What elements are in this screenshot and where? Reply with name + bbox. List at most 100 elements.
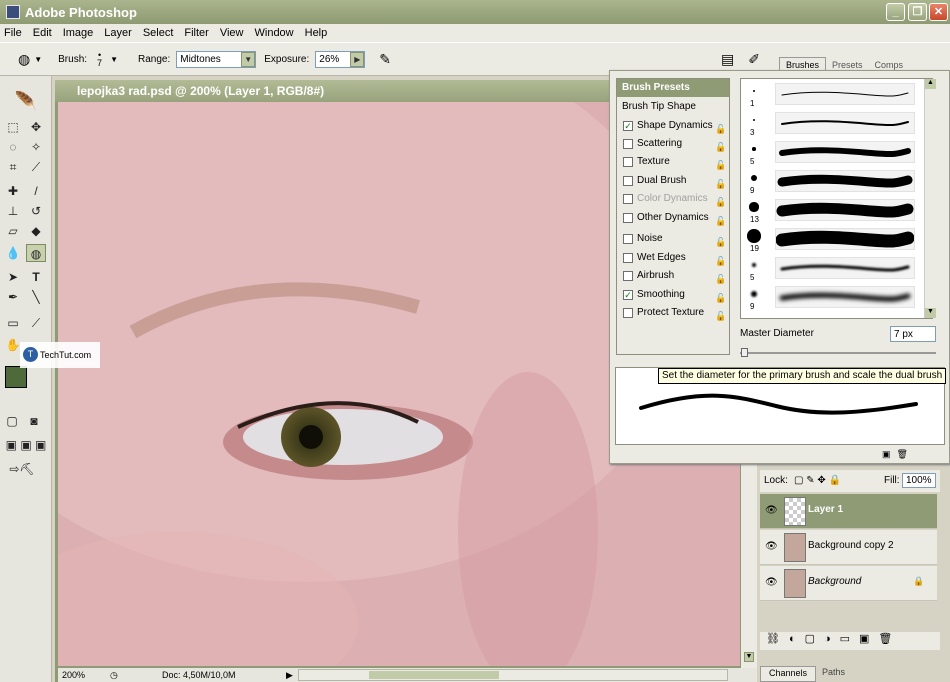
visibility-eye-icon[interactable]: 👁 bbox=[765, 577, 778, 588]
exposure-input[interactable]: 26% ▶ bbox=[315, 50, 366, 68]
brush-preset-item[interactable]: 5 bbox=[741, 257, 921, 283]
lock-icon[interactable]: 🔓 bbox=[715, 289, 726, 303]
brush-option-texture[interactable]: Texture 🔓 bbox=[617, 153, 729, 171]
dodge-tool-icon[interactable]: ◍ bbox=[18, 51, 30, 68]
notes-icon[interactable]: ▭ bbox=[3, 314, 23, 332]
foreground-color-swatch[interactable] bbox=[5, 366, 27, 388]
checkbox[interactable] bbox=[623, 176, 633, 186]
visibility-eye-icon[interactable]: 👁 bbox=[765, 541, 778, 552]
eyedropper-icon[interactable]: ⟋ bbox=[26, 314, 46, 332]
brush-option-protect-texture[interactable]: Protect Texture 🔓 bbox=[617, 304, 729, 322]
visibility-eye-icon[interactable]: 👁 bbox=[765, 505, 778, 516]
dodge-tool-button[interactable]: ◍ bbox=[26, 244, 46, 262]
layer-row-background[interactable]: 👁 Background 🔒 bbox=[760, 566, 937, 601]
healing-brush-icon[interactable]: ✚ bbox=[3, 182, 23, 200]
magic-wand-icon[interactable]: ✧ bbox=[26, 138, 46, 156]
lock-icon[interactable]: 🔓 bbox=[715, 307, 726, 321]
checkbox[interactable] bbox=[623, 234, 633, 244]
brush-option-shape-dynamics[interactable]: ✓ Shape Dynamics 🔓 bbox=[617, 117, 729, 135]
brush-option-other-dynamics[interactable]: Other Dynamics 🔓 bbox=[617, 209, 729, 227]
horizontal-scrollbar[interactable] bbox=[298, 669, 728, 681]
checkbox[interactable] bbox=[623, 308, 633, 318]
checkbox[interactable]: ✓ bbox=[623, 121, 633, 131]
menu-view[interactable]: View bbox=[220, 27, 244, 39]
screen-mode-icons[interactable]: ▣ ▣ ▣ bbox=[2, 436, 50, 454]
paint-bucket-icon[interactable]: ◆ bbox=[26, 222, 46, 240]
brush-palette-icon[interactable]: ✐ bbox=[748, 51, 760, 68]
minimize-button[interactable]: _ bbox=[886, 3, 905, 21]
lock-icon[interactable]: 🔓 bbox=[715, 252, 726, 266]
brush-preset-item[interactable]: 9 bbox=[741, 286, 921, 312]
menu-select[interactable]: Select bbox=[143, 27, 174, 39]
status-menu-icon[interactable]: ◷ bbox=[110, 668, 118, 682]
brush-option-scattering[interactable]: Scattering 🔓 bbox=[617, 135, 729, 153]
brush-preset-item[interactable]: 3 bbox=[741, 112, 921, 138]
checkbox[interactable] bbox=[623, 194, 633, 204]
tab-paths[interactable]: Paths bbox=[816, 666, 851, 682]
checkbox[interactable] bbox=[623, 157, 633, 167]
tool-preset-arrow-icon[interactable]: ▼ bbox=[34, 55, 42, 64]
scroll-up-icon[interactable]: ▲ bbox=[925, 79, 936, 89]
layers-footer-buttons[interactable]: ⛓◐▢◑▭▣🗑 bbox=[760, 632, 940, 650]
path-selection-icon[interactable]: ➤ bbox=[3, 268, 23, 286]
lasso-icon[interactable]: ◌ bbox=[3, 138, 23, 156]
lock-icon[interactable]: 🔓 bbox=[715, 270, 726, 284]
type-icon[interactable]: T bbox=[26, 268, 46, 286]
checkbox[interactable] bbox=[623, 213, 633, 223]
brush-icon[interactable]: / bbox=[26, 182, 46, 200]
lock-icon[interactable]: 🔓 bbox=[715, 156, 726, 170]
master-diameter-slider[interactable] bbox=[740, 348, 936, 357]
crop-icon[interactable]: ⌗ bbox=[3, 158, 23, 176]
brush-preset-item[interactable]: 1 bbox=[741, 83, 921, 109]
lock-icon[interactable]: 🔓 bbox=[715, 175, 726, 189]
brush-tip-shape-item[interactable]: Brush Tip Shape bbox=[617, 98, 729, 116]
brush-option-noise[interactable]: Noise 🔓 bbox=[617, 230, 729, 248]
stamp-icon[interactable]: ⊥ bbox=[3, 202, 23, 220]
brush-presets-header[interactable]: Brush Presets bbox=[617, 79, 729, 97]
brush-option-smoothing[interactable]: ✓ Smoothing 🔓 bbox=[617, 286, 729, 304]
lock-icon[interactable]: 🔓 bbox=[715, 212, 726, 226]
slice-icon[interactable]: ⟋ bbox=[26, 158, 46, 176]
master-diameter-input[interactable]: 7 px bbox=[890, 326, 936, 342]
range-select[interactable]: Midtones ▼ bbox=[176, 50, 257, 68]
lock-icon[interactable]: 🔓 bbox=[715, 233, 726, 247]
brush-picker[interactable]: • 7 bbox=[97, 51, 102, 68]
brush-preset-item[interactable]: 19 bbox=[741, 228, 921, 254]
quick-mask-icon[interactable]: ◙ bbox=[24, 412, 44, 430]
jump-to-imageready-icon[interactable]: ⇨⛏ bbox=[2, 460, 42, 478]
blur-icon[interactable]: 💧 bbox=[3, 244, 23, 262]
airbrush-icon[interactable]: ✎ bbox=[379, 51, 391, 68]
restore-button[interactable]: ❐ bbox=[908, 3, 927, 21]
tab-channels[interactable]: Channels bbox=[760, 666, 817, 682]
lock-icons[interactable]: ▢ ✎ ✥ 🔒 bbox=[794, 470, 841, 492]
lock-icon[interactable]: 🔓 bbox=[715, 193, 726, 207]
brush-preset-picker[interactable]: 1 3 5 9 13 19 5 9 bbox=[740, 78, 933, 319]
brush-option-wet-edges[interactable]: Wet Edges 🔓 bbox=[617, 249, 729, 267]
panel-footer-icons[interactable]: ▣🗑 bbox=[882, 449, 914, 460]
menu-help[interactable]: Help bbox=[305, 27, 328, 39]
layer-row-layer-1[interactable]: 👁 Layer 1 bbox=[760, 494, 937, 529]
checkbox[interactable]: ✓ bbox=[623, 290, 633, 300]
menu-filter[interactable]: Filter bbox=[184, 27, 208, 39]
menu-edit[interactable]: Edit bbox=[33, 27, 52, 39]
brush-option-dual-brush[interactable]: Dual Brush 🔓 bbox=[617, 172, 729, 190]
palette-well-icon[interactable]: ▤ bbox=[721, 51, 734, 68]
menu-image[interactable]: Image bbox=[63, 27, 94, 39]
line-icon[interactable]: ╲ bbox=[26, 288, 46, 306]
brush-preset-item[interactable]: 9 bbox=[741, 170, 921, 196]
standard-mode-icon[interactable]: ▢ bbox=[2, 412, 22, 430]
move-icon[interactable]: ✥ bbox=[26, 118, 46, 136]
menu-layer[interactable]: Layer bbox=[104, 27, 132, 39]
marquee-icon[interactable]: ⬚ bbox=[3, 118, 23, 136]
slider-thumb[interactable] bbox=[741, 348, 748, 357]
lock-icon[interactable]: 🔓 bbox=[715, 138, 726, 152]
brush-option-airbrush[interactable]: Airbrush 🔓 bbox=[617, 267, 729, 285]
history-brush-icon[interactable]: ↺ bbox=[26, 202, 46, 220]
status-arrow-icon[interactable]: ▶ bbox=[286, 668, 293, 682]
checkbox[interactable] bbox=[623, 271, 633, 281]
checkbox[interactable] bbox=[623, 253, 633, 263]
brush-dropdown-arrow-icon[interactable]: ▼ bbox=[110, 55, 118, 64]
eraser-icon[interactable]: ▱ bbox=[3, 222, 23, 240]
pen-icon[interactable]: ✒ bbox=[3, 288, 23, 306]
close-button[interactable]: ✕ bbox=[929, 3, 948, 21]
